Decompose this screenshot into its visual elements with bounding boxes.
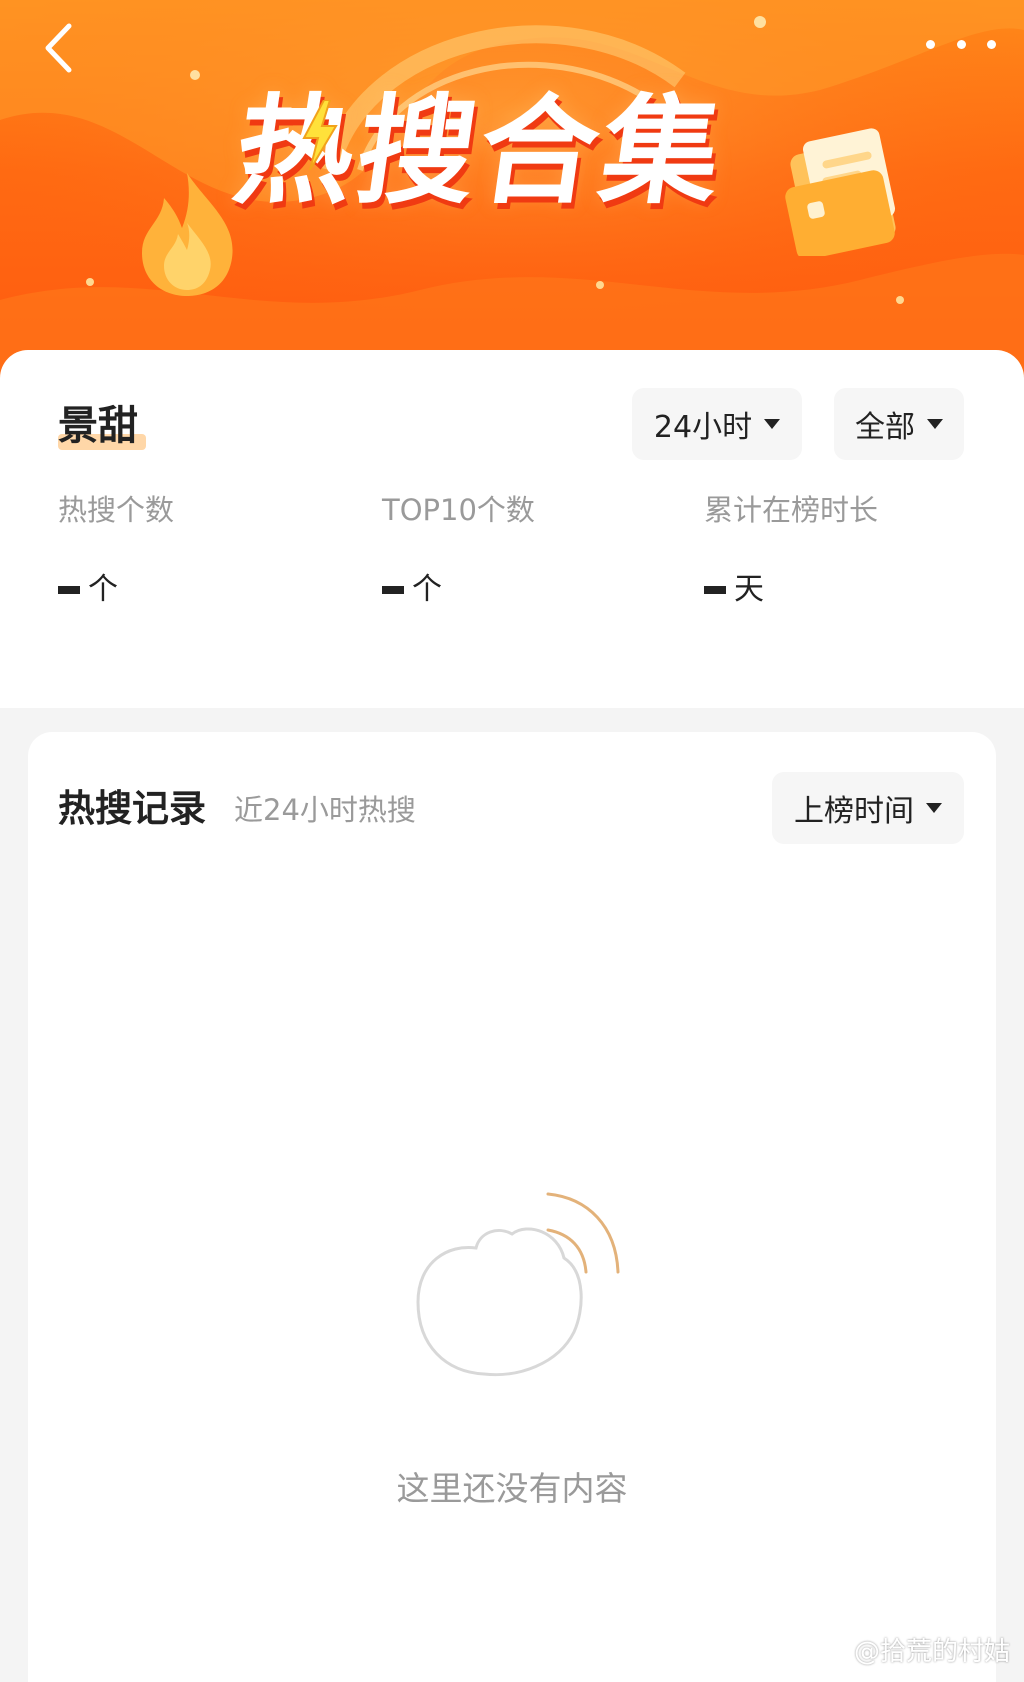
stat-label: 累计在榜时长	[704, 493, 879, 527]
more-dots-icon	[926, 39, 935, 49]
flame-icon	[132, 168, 242, 302]
more-button[interactable]	[926, 22, 996, 66]
weibo-icon	[814, 1632, 848, 1667]
empty-value-dash	[704, 586, 726, 594]
scope-filter-label: 全部	[855, 410, 915, 445]
caret-down-icon	[927, 419, 943, 429]
records-card: 热搜记录 近24小时热搜 上榜时间 这里还没有内容	[28, 732, 996, 1682]
stat-label: 热搜个数	[58, 493, 175, 527]
empty-value-dash	[58, 586, 80, 594]
celebrity-name: 景甜	[58, 398, 146, 454]
stat-hot-search-count: 热搜个数 个	[58, 490, 174, 610]
watermark-text: @拾荒的村姑	[853, 1637, 1010, 1667]
time-filter-dropdown[interactable]: 24小时	[632, 388, 802, 460]
stat-value: 个	[58, 570, 174, 610]
celebrity-name-text: 景甜	[58, 403, 138, 449]
more-dots-icon	[987, 39, 996, 49]
scope-filter-dropdown[interactable]: 全部	[834, 388, 964, 460]
stat-unit: 个	[88, 572, 118, 607]
sort-label: 上榜时间	[794, 794, 914, 829]
stat-value: 天	[704, 570, 878, 610]
back-button[interactable]	[28, 18, 88, 78]
caret-down-icon	[764, 419, 781, 429]
time-filter-label: 24小时	[653, 410, 753, 445]
watermark: @拾荒的村姑	[814, 1631, 1010, 1668]
stat-value: 个	[382, 570, 535, 610]
stat-unit: 个	[412, 572, 442, 607]
empty-cloud-icon	[388, 1182, 628, 1406]
records-title: 热搜记录	[58, 787, 206, 830]
stat-top10-count: TOP10个数 个	[382, 490, 535, 610]
empty-value-dash	[382, 586, 404, 594]
chevron-left-icon	[45, 23, 72, 73]
stat-total-duration: 累计在榜时长 天	[704, 490, 878, 610]
summary-card: 景甜 24小时 全部 热搜个数 个 TOP10个数 个 累计在榜时长 天	[0, 350, 1024, 708]
records-subtitle: 近24小时热搜	[234, 793, 416, 827]
banner: 热搜合集	[0, 0, 1024, 380]
folder-icon	[780, 116, 910, 260]
empty-state-text: 这里还没有内容	[396, 1469, 628, 1508]
stat-label: TOP10个数	[382, 493, 535, 527]
caret-down-icon	[926, 803, 942, 813]
lightning-icon	[300, 99, 340, 174]
more-dots-icon	[956, 39, 966, 49]
sort-dropdown[interactable]: 上榜时间	[772, 772, 964, 844]
stat-unit: 天	[734, 572, 764, 607]
